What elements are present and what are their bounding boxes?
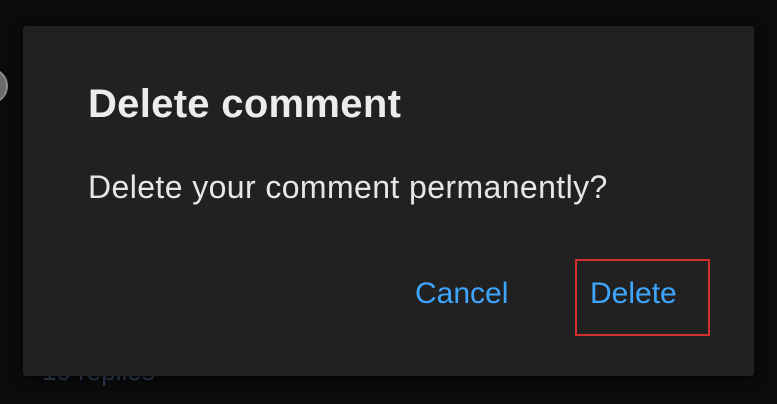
delete-button[interactable]: Delete — [590, 277, 677, 311]
avatar — [0, 68, 8, 104]
dialog-message: Delete your comment permanently? — [88, 169, 608, 205]
delete-comment-dialog: Delete comment Delete your comment perma… — [23, 26, 754, 376]
cancel-button[interactable]: Cancel — [415, 277, 508, 311]
delete-button-highlight: Delete — [575, 259, 710, 336]
dialog-title: Delete comment — [88, 82, 402, 126]
